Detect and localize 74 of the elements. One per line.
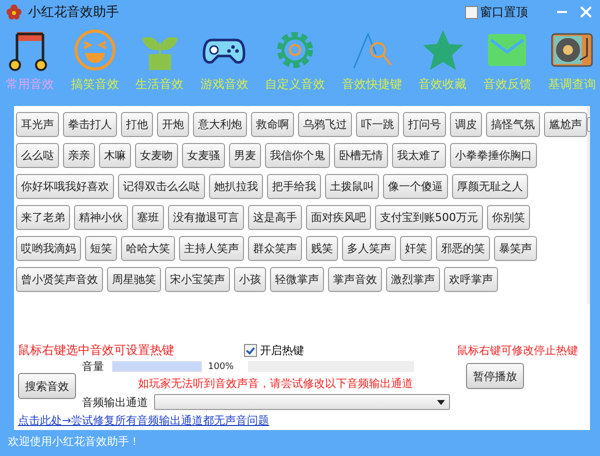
sound-button[interactable]: 女麦骚 [182,143,225,168]
sound-button[interactable]: 男麦 [229,143,261,168]
sound-button[interactable]: 她扒拉我 [209,174,263,199]
stop-hotkey-hint: 鼠标右键可修改停止热键 [457,343,578,358]
sound-button[interactable]: 卧槽无情 [334,143,388,168]
sound-button[interactable]: 欢呼掌声 [444,267,498,292]
close-icon[interactable] [580,6,592,18]
sound-button[interactable]: 把手给我 [267,174,321,199]
sound-button[interactable]: 小拳拳捶你胸口 [450,143,537,168]
sound-button[interactable]: 主持人笑声 [179,236,244,261]
sound-button[interactable]: 来了老弟 [16,205,70,230]
sound-button[interactable]: 尴尬声 [544,112,587,137]
sound-button[interactable]: 我太难了 [392,143,446,168]
sound-button[interactable]: 精神小伙 [74,205,128,230]
sound-button[interactable]: 这是高手 [248,205,302,230]
laughing-face-icon [72,28,117,72]
sound-button[interactable]: 激烈掌声 [386,267,440,292]
sound-button[interactable]: 女麦吻 [135,143,178,168]
sound-button[interactable]: 邪恶的笑 [436,236,490,261]
sound-button[interactable]: 你别笑 [487,205,530,230]
sound-button[interactable]: 拳击打人 [63,112,117,137]
sound-button[interactable]: 厚颜无耻之人 [452,174,528,199]
sound-button[interactable]: 塞班 [132,205,164,230]
sound-button[interactable]: 我信你个鬼 [265,143,330,168]
sound-button[interactable]: 宋小宝笑声 [165,267,230,292]
sound-button[interactable]: 么么哒 [16,143,59,168]
sound-button[interactable]: 奸笑 [400,236,432,261]
sound-button[interactable]: 哈哈大笑 [121,236,175,261]
search-button[interactable]: 搜索音效 [18,373,76,399]
sound-button[interactable]: 木嘛 [99,143,131,168]
sound-button[interactable]: 掌声音效 [328,267,382,292]
sound-button[interactable]: 小孩 [234,267,266,292]
sound-button[interactable]: 调皮 [450,112,482,137]
sound-button[interactable]: 哎哟我滴妈 [16,236,81,261]
sound-button[interactable]: 支付宝到账500万元 [375,205,483,230]
sound-button[interactable]: 亲亲 [63,143,95,168]
sound-button[interactable]: 群众笑声 [248,236,302,261]
status-text: 欢迎使用小红花音效助手！ [7,434,141,450]
sound-button[interactable]: 打他 [121,112,153,137]
hotkey-hint: 鼠标右键选中音效可设置热键 [18,342,175,359]
pause-button[interactable]: 暂停播放 [466,363,524,389]
sound-button[interactable]: 像一个傻逼 [383,174,448,199]
sound-button[interactable]: 暴笑声 [494,236,537,261]
output-warning: 如玩家无法听到音效声音，请尝试修改以下音频输出通道 [138,376,414,391]
enable-hotkey-checkbox[interactable]: 开启热键 [244,343,304,358]
repair-link[interactable]: 点击此处→尝试修复所有音频输出通道都无声音问题 [18,413,270,428]
window-title: 小红花音效助手 [28,4,120,21]
sound-button[interactable]: 土拨鼠叫 [325,174,379,199]
sound-button[interactable]: 周星驰笑 [107,267,161,292]
sound-button[interactable]: 曾小贤笑声音效 [16,267,103,292]
output-channel-dropdown[interactable] [154,394,450,410]
sound-button[interactable]: 意大利炮 [193,112,247,137]
star-icon [420,28,464,72]
flower-icon [6,4,22,20]
sound-button[interactable]: 打问号 [403,112,446,137]
sound-button[interactable]: 开炮 [157,112,189,137]
sound-button[interactable]: 救命啊 [251,112,294,137]
sound-button[interactable]: 你好坏哦我好喜欢 [16,174,114,199]
sound-button[interactable]: 面对疾风吧 [306,205,371,230]
volume-reading: 100% [208,362,234,372]
sound-button[interactable]: 多人笑声 [342,236,396,261]
volume-label: 音量 [82,359,105,374]
sound-button[interactable]: 短笑 [85,236,117,261]
sound-button[interactable]: 吓一跳 [356,112,399,137]
sound-button[interactable]: 乌鸦飞过 [298,112,352,137]
pin-on-top-checkbox[interactable]: 窗口置顶 [465,4,528,20]
sound-button[interactable]: 搞怪气氛 [486,112,540,137]
sound-button[interactable]: 耳光声 [16,112,59,137]
dropdown-caret-icon [437,400,445,404]
output-channel-label: 音频输出通道 [82,394,148,410]
sound-button[interactable]: 轻微掌声 [270,267,324,292]
sound-button[interactable]: 没有撤退可言 [168,205,244,230]
sound-button[interactable]: 贱笑 [306,236,338,261]
sound-button[interactable]: 记得双击么么哒 [118,174,205,199]
